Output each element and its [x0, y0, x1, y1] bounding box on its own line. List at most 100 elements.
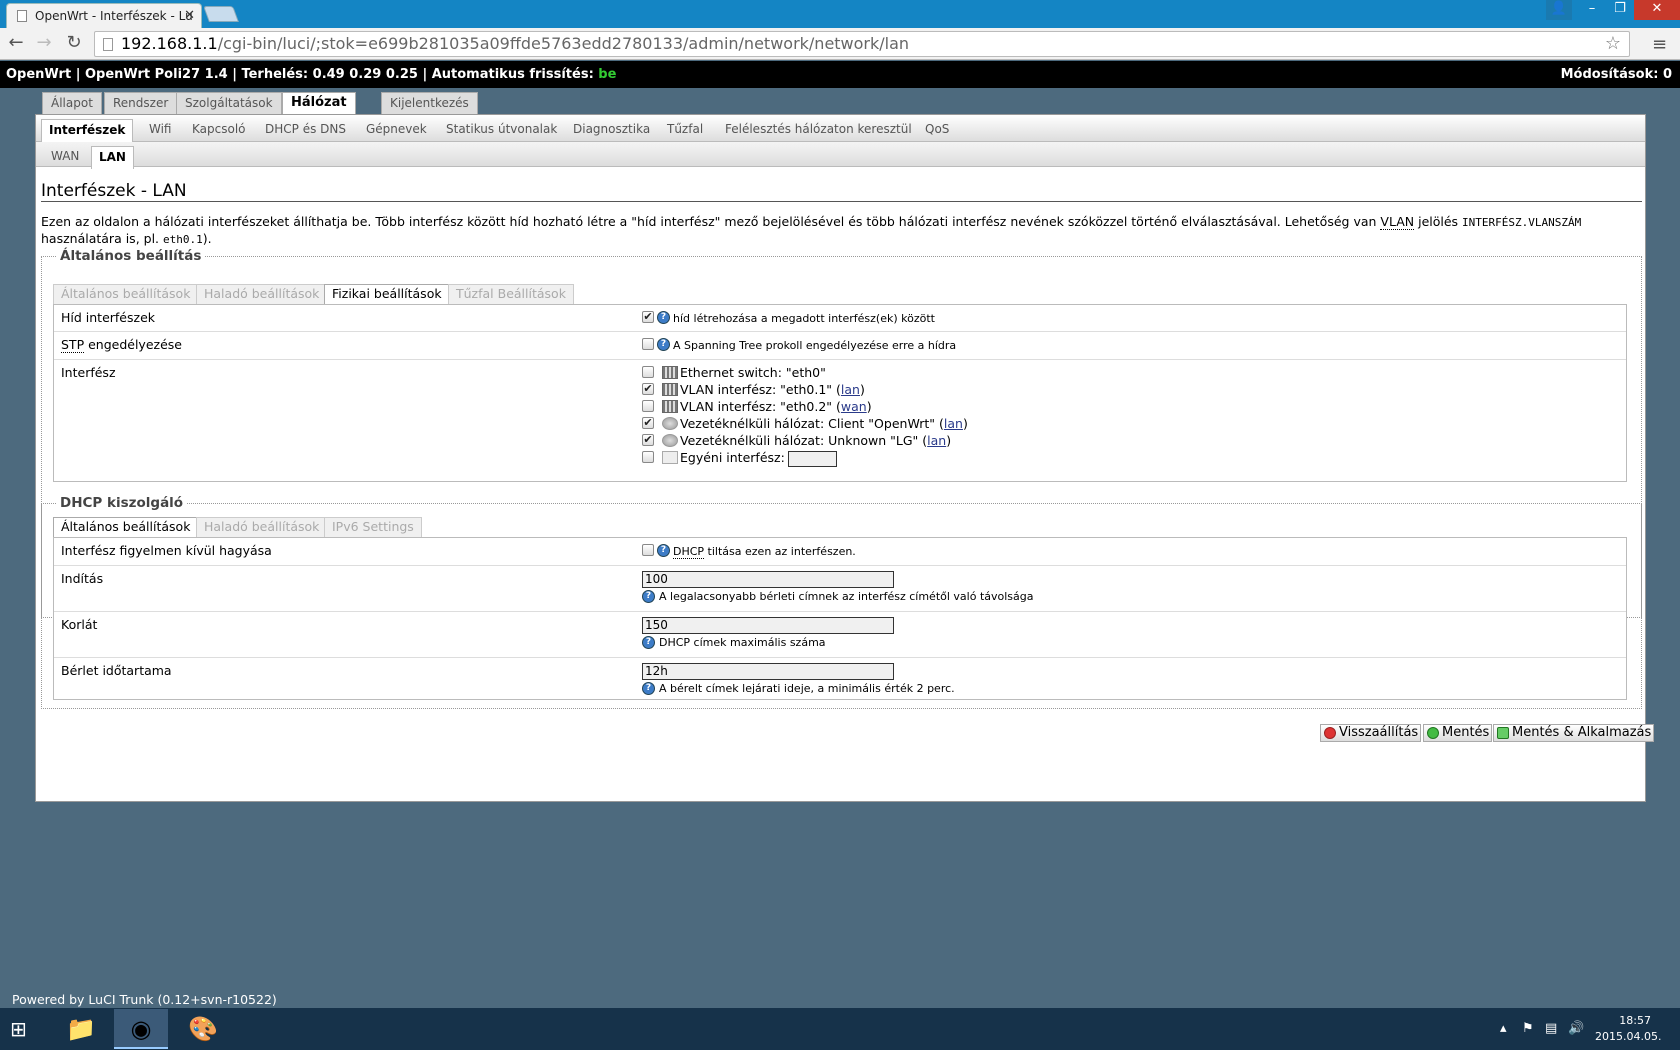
- minimize-icon[interactable]: –: [1578, 0, 1606, 20]
- save-button[interactable]: Mentés: [1423, 724, 1493, 742]
- user-icon[interactable]: 👤: [1546, 0, 1572, 20]
- stp-abbr: STP: [61, 337, 85, 353]
- tray-network-icon[interactable]: ▤: [1545, 1021, 1557, 1036]
- dhcp-start-hint-row: ? A legalacsonyabb bérleti címnek az inte…: [642, 589, 1502, 604]
- back-icon[interactable]: ←: [4, 32, 28, 56]
- submenu-hostnames[interactable]: Gépnevek: [359, 119, 434, 142]
- menu-logout[interactable]: Kijelentkezés: [381, 92, 478, 114]
- dhcp-tab-ipv6[interactable]: IPv6 Settings: [324, 517, 422, 537]
- forward-icon[interactable]: →: [32, 32, 56, 56]
- address-bar[interactable]: 192.168.1.1/cgi-bin/luci/;stok=e699b2810…: [94, 31, 1630, 57]
- menu-system[interactable]: Rendszer: [104, 92, 178, 114]
- taskbar-clock[interactable]: 18:57 2015.04.05.: [1595, 1013, 1661, 1045]
- dhcp-legend: DHCP kiszolgáló: [60, 495, 184, 511]
- save-apply-button[interactable]: Mentés & Alkalmazás: [1493, 724, 1655, 742]
- iface-checkbox[interactable]: ✔: [642, 382, 654, 395]
- new-tab-button[interactable]: [203, 6, 239, 22]
- iface-name: Vezetéknélküli hálózat: Client "OpenWrt"…: [680, 416, 944, 431]
- interface-list: Ethernet switch: "eth0" ✔ VLAN interfész:…: [642, 364, 1502, 467]
- browser-tab[interactable]: OpenWrt - Interfészek - Lu ✕: [6, 3, 202, 28]
- file-explorer-icon[interactable]: 📁: [54, 1009, 108, 1049]
- bridge-desc: híd létrehozása a megadott interfész(ek)…: [673, 312, 935, 325]
- iface-checkbox[interactable]: [642, 399, 654, 412]
- clock-time: 18:57: [1619, 1014, 1651, 1027]
- submenu-switch[interactable]: Kapcsoló: [185, 119, 253, 142]
- submenu-wol[interactable]: Felélesztés hálózaton keresztül: [718, 119, 919, 142]
- network-link-lan[interactable]: lan: [927, 433, 946, 448]
- iface-checkbox[interactable]: [642, 450, 654, 463]
- maximize-icon[interactable]: ❐: [1606, 0, 1634, 20]
- dhcp-lease-hint: A bérelt címek lejárati ideje, a minimál…: [659, 682, 955, 695]
- iface-checkbox[interactable]: ✔: [642, 416, 654, 429]
- dhcp-ignore-checkbox[interactable]: [642, 543, 654, 556]
- dhcp-start-row: Indítás 100 ? A legalacsonyabb bérleti cí…: [54, 566, 1626, 612]
- iface-tab-lan[interactable]: LAN: [91, 146, 134, 169]
- ethernet-switch-icon: [662, 366, 678, 379]
- iface-name: Egyéni interfész:: [680, 450, 785, 465]
- chrome-taskbar-icon[interactable]: ◉: [114, 1009, 168, 1049]
- dhcp-start-input[interactable]: 100: [642, 571, 894, 588]
- menu-network[interactable]: Hálózat: [282, 92, 356, 114]
- reset-icon: [1324, 727, 1336, 739]
- bookmark-star-icon[interactable]: ☆: [1605, 32, 1621, 56]
- iface-checkbox[interactable]: ✔: [642, 433, 654, 446]
- reset-button[interactable]: Visszaállítás: [1320, 724, 1422, 742]
- desc-code-2: eth0.1: [163, 233, 203, 246]
- tab-general-settings[interactable]: Általános beállítások: [53, 284, 199, 304]
- network-submenu: Interfészek Wifi Kapcsoló DHCP és DNS Gé…: [36, 115, 1645, 142]
- tab-close-icon[interactable]: ✕: [184, 4, 195, 28]
- menu-services[interactable]: Szolgáltatások: [176, 92, 282, 114]
- dhcp-tab-advanced[interactable]: Haladó beállítások: [196, 517, 328, 537]
- submenu-interfaces[interactable]: Interfészek: [41, 119, 134, 142]
- network-link-lan[interactable]: lan: [841, 382, 860, 397]
- paint-taskbar-icon[interactable]: 🎨: [176, 1009, 230, 1049]
- dhcp-limit-input[interactable]: 150: [642, 617, 894, 634]
- custom-interface-input[interactable]: [787, 450, 837, 467]
- tray-volume-icon[interactable]: 🔊: [1568, 1021, 1584, 1036]
- tab-advanced-settings[interactable]: Haladó beállítások: [196, 284, 328, 304]
- dhcp-lease-input[interactable]: 12h: [642, 663, 894, 680]
- submenu-wifi[interactable]: Wifi: [142, 119, 179, 142]
- autorefresh-toggle[interactable]: be: [598, 67, 616, 82]
- footer-powered-by: Powered by LuCI Trunk (0.12+svn-r10522): [12, 992, 277, 1007]
- network-link-wan[interactable]: wan: [841, 399, 867, 414]
- dhcp-start-label: Indítás: [61, 571, 104, 586]
- bridge-checkbox[interactable]: ✔: [642, 310, 654, 323]
- tab-title: OpenWrt - Interfészek - Lu: [35, 9, 193, 23]
- submenu-qos[interactable]: QoS: [918, 119, 956, 142]
- tray-flag-icon[interactable]: ⚑: [1522, 1021, 1534, 1036]
- submenu-diagnostics[interactable]: Diagnosztika: [566, 119, 657, 142]
- stp-desc: A Spanning Tree prokoll engedélyezése er…: [673, 339, 957, 352]
- dhcp-ignore-value: ? DHCP tiltása ezen az interfészen.: [642, 543, 1502, 559]
- submenu-static-routes[interactable]: Statikus útvonalak: [439, 119, 564, 142]
- iface-tab-wan[interactable]: WAN: [44, 146, 86, 169]
- dhcp-lease-value: 12h ? A bérelt címek lejárati ideje, a mi…: [642, 663, 1502, 696]
- dhcp-tab-general[interactable]: Általános beállítások: [53, 517, 199, 537]
- bridge-row: Híd interfészek ✔? híd létrehozása a mega…: [54, 305, 1626, 332]
- windows-start-icon[interactable]: ⊞: [10, 1019, 38, 1039]
- stp-checkbox[interactable]: [642, 337, 654, 350]
- changes-count[interactable]: Módosítások: 0: [1561, 61, 1672, 88]
- desc-vlan-abbr: VLAN: [1380, 214, 1415, 230]
- dhcp-ignore-row: Interfész figyelmen kívül hagyása ? DHCP …: [54, 538, 1626, 566]
- stp-row: STP engedélyezése ? A Spanning Tree proko…: [54, 332, 1626, 360]
- network-link-lan[interactable]: lan: [944, 416, 963, 431]
- iface-item-custom: Egyéni interfész:: [642, 449, 1502, 467]
- tab-firewall-settings[interactable]: Tűzfal Beállítások: [448, 284, 574, 304]
- help-icon: ?: [657, 544, 670, 557]
- submenu-firewall[interactable]: Tűzfal: [660, 119, 710, 142]
- submenu-dhcp-dns[interactable]: DHCP és DNS: [258, 119, 353, 142]
- chrome-menu-icon[interactable]: ≡: [1652, 34, 1667, 55]
- iface-checkbox[interactable]: [642, 365, 654, 378]
- ethernet-port-icon: [662, 400, 678, 413]
- desc-code: INTERFÉSZ.VLANSZÁM: [1462, 216, 1582, 229]
- tray-arrow-icon[interactable]: ▴: [1500, 1021, 1507, 1036]
- close-window-icon[interactable]: ✕: [1634, 0, 1680, 20]
- menu-status[interactable]: Állapot: [42, 92, 102, 114]
- tab-physical-settings[interactable]: Fizikai beállítások: [324, 284, 450, 304]
- save-label: Mentés: [1442, 725, 1490, 740]
- reload-icon[interactable]: ↻: [62, 32, 86, 56]
- interface-tabs: WAN LAN: [36, 142, 1645, 169]
- luci-status-bar: OpenWrt | OpenWrt Poli27 1.4 | Terhelés:…: [0, 61, 1680, 88]
- dhcp-ignore-desc-text: tiltása ezen az interfészen.: [704, 545, 856, 558]
